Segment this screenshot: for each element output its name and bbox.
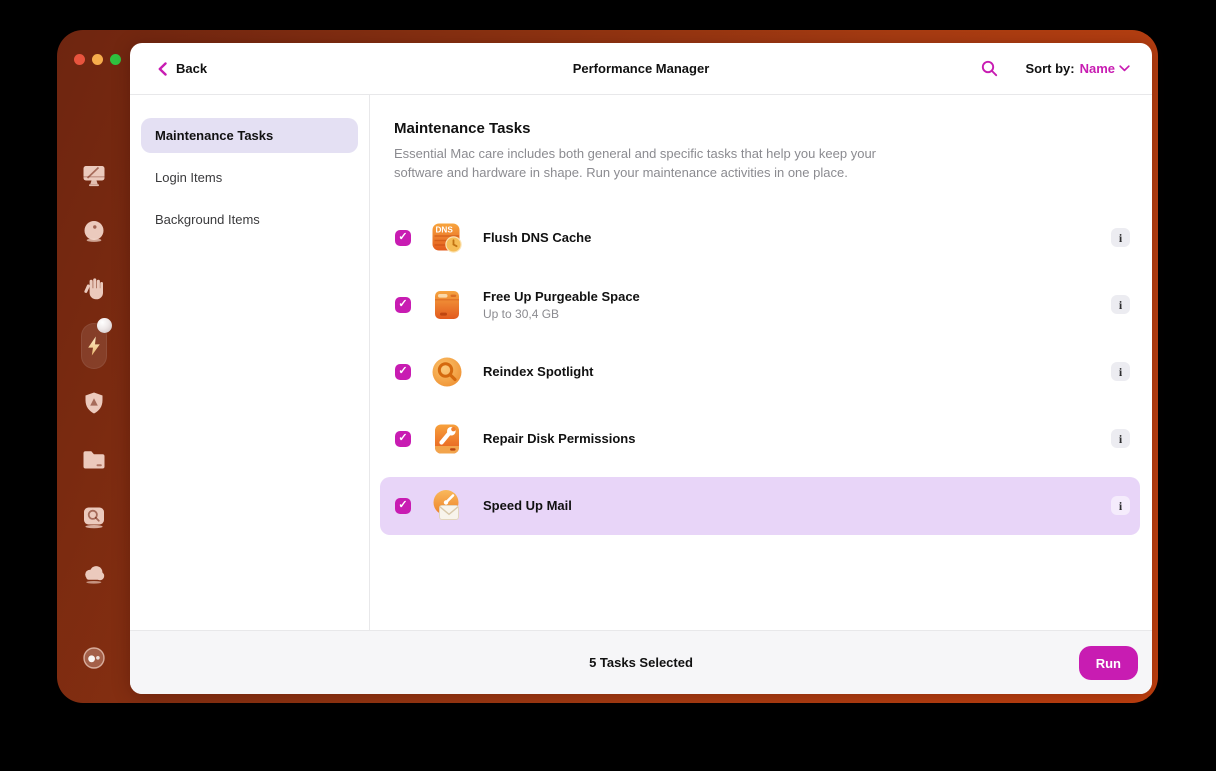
task-label: Free Up Purgeable Space [483, 288, 640, 304]
check-icon: ✓ [398, 231, 408, 244]
task-label: Repair Disk Permissions [483, 431, 636, 447]
task-checkbox[interactable]: ✓ [395, 430, 411, 447]
task-list-area: Maintenance Tasks Essential Mac care inc… [370, 95, 1152, 630]
content-heading: Maintenance Tasks [394, 120, 531, 137]
info-button[interactable]: i [1111, 295, 1130, 315]
info-icon: i [1118, 230, 1123, 245]
info-icon: i [1118, 297, 1123, 312]
info-icon: i [1118, 498, 1123, 513]
dns-clock-icon: DNS [432, 223, 462, 253]
sphere-icon[interactable] [81, 219, 107, 245]
info-icon: i [1118, 364, 1123, 379]
check-icon: ✓ [398, 365, 408, 378]
screenshot-canvas: Back Performance Manager Sort by: Name M… [0, 0, 1216, 771]
sidebar-item-background-items[interactable]: Background Items [141, 202, 358, 237]
wrench-drive-icon [435, 424, 459, 454]
task-label: Speed Up Mail [483, 498, 572, 514]
info-button[interactable]: i [1111, 429, 1130, 449]
check-icon: ✓ [398, 432, 408, 445]
info-button[interactable]: i [1111, 362, 1130, 382]
section-sidebar: Maintenance Tasks Login Items Background… [130, 95, 370, 630]
hand-icon[interactable] [81, 276, 107, 302]
sidebar-item-login-items[interactable]: Login Items [141, 160, 358, 195]
run-button[interactable]: Run [1078, 646, 1138, 680]
performance-manager-panel: Back Performance Manager Sort by: Name M… [130, 43, 1152, 694]
task-label: Flush DNS Cache [483, 230, 592, 246]
status-badge [96, 318, 112, 333]
chevron-down-icon [1119, 65, 1130, 72]
info-icon: i [1118, 431, 1123, 446]
task-checkbox[interactable]: ✓ [395, 497, 411, 514]
shield-icon[interactable] [81, 390, 107, 416]
disk-search-icon[interactable] [81, 504, 107, 530]
sort-value-text: Name [1079, 61, 1115, 76]
task-row-flush-dns-cache[interactable]: ✓ DNS Flush DNS Cache i [380, 209, 1140, 267]
task-subtitle: Up to 30,4 GB [483, 306, 560, 321]
task-row-reindex-spotlight[interactable]: ✓ Reindex Spotlight i [380, 343, 1140, 401]
info-button[interactable]: i [1111, 496, 1130, 516]
performance-module-active[interactable] [80, 318, 112, 369]
tasks-selected-status: 5 Tasks Selected [589, 655, 693, 670]
sidebar-item-maintenance-tasks[interactable]: Maintenance Tasks [141, 118, 358, 153]
content-description: Essential Mac care includes both general… [394, 146, 876, 180]
task-row-free-up-purgeable-space[interactable]: ✓ Free Up Purgeable Space Up to 30,4 GB … [380, 276, 1140, 334]
magnifier-badge-icon [432, 357, 462, 387]
task-row-speed-up-mail[interactable]: ✓ Speed Up Mail i [380, 476, 1140, 535]
info-button[interactable]: i [1111, 228, 1130, 248]
search-icon[interactable] [981, 60, 998, 77]
assistant-icon[interactable] [81, 645, 107, 671]
sort-value-dropdown[interactable]: Name [1080, 61, 1130, 76]
panel-header: Back Performance Manager Sort by: Name [130, 43, 1152, 95]
task-label: Reindex Spotlight [483, 364, 594, 380]
app-window: Back Performance Manager Sort by: Name M… [57, 30, 1158, 703]
panel-footer: 5 Tasks Selected Run [130, 630, 1152, 694]
sort-by-label: Sort by: [1025, 61, 1075, 76]
task-row-repair-disk-permissions[interactable]: ✓ Repair Disk Permissions i [380, 410, 1140, 468]
module-rail [57, 30, 130, 703]
sort-control: Sort by: Name [1025, 61, 1130, 76]
task-checkbox[interactable]: ✓ [395, 363, 411, 380]
svg-text:DNS: DNS [436, 225, 454, 234]
hard-drive-icon [435, 290, 459, 319]
task-checkbox[interactable]: ✓ [395, 229, 411, 246]
lightning-icon[interactable] [80, 318, 112, 369]
cloud-icon[interactable] [81, 561, 107, 587]
task-checkbox[interactable]: ✓ [395, 296, 411, 313]
mail-gauge-icon [433, 489, 459, 520]
folder-icon[interactable] [81, 447, 107, 473]
check-icon: ✓ [398, 499, 408, 512]
check-icon: ✓ [398, 298, 408, 311]
display-icon[interactable] [81, 162, 107, 188]
